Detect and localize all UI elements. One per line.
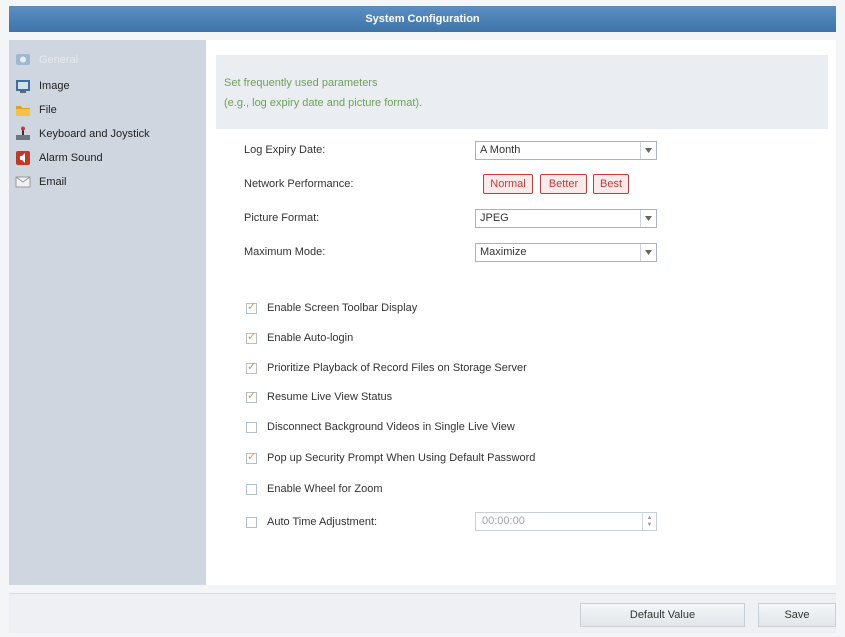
sidebar-item-keyboard-and-joystick[interactable]: Keyboard and Joystick bbox=[15, 123, 201, 145]
resume-live-view-checkbox[interactable] bbox=[246, 389, 257, 403]
picture-format-label: Picture Format: bbox=[244, 212, 320, 224]
resume-live-view-checkbox-row[interactable]: Resume Live View Status bbox=[246, 389, 392, 405]
default-value-button[interactable]: Default Value bbox=[580, 603, 745, 627]
sidebar-item-label: Keyboard and Joystick bbox=[39, 128, 150, 140]
enable-screen-toolbar-label: Enable Screen Toolbar Display bbox=[267, 302, 418, 314]
sidebar-item-file[interactable]: File bbox=[15, 99, 201, 121]
disconnect-background-videos-label: Disconnect Background Videos in Single L… bbox=[267, 421, 515, 433]
auto-time-adjustment-checkbox-row[interactable]: Auto Time Adjustment: bbox=[246, 514, 377, 530]
prioritize-playback-checkbox-row[interactable]: Prioritize Playback of Record Files on S… bbox=[246, 360, 527, 376]
maximum-mode-label: Maximum Mode: bbox=[244, 246, 326, 258]
spinner-icon[interactable]: ▲ ▼ bbox=[642, 513, 656, 530]
save-button[interactable]: Save bbox=[758, 603, 836, 627]
security-prompt-checkbox-row[interactable]: Pop up Security Prompt When Using Defaul… bbox=[246, 450, 535, 466]
enable-wheel-zoom-checkbox-row[interactable]: Enable Wheel for Zoom bbox=[246, 481, 383, 497]
window-title: System Configuration bbox=[9, 6, 836, 32]
enable-auto-login-checkbox[interactable] bbox=[246, 330, 257, 344]
enable-wheel-zoom-checkbox[interactable] bbox=[246, 483, 257, 495]
system-configuration-window: System Configuration General Image File … bbox=[0, 0, 845, 637]
log-expiry-value: A Month bbox=[480, 144, 521, 156]
log-expiry-label: Log Expiry Date: bbox=[244, 144, 326, 156]
general-icon bbox=[15, 52, 31, 68]
auto-time-value: 00:00:00 bbox=[482, 515, 525, 527]
info-box: Set frequently used parameters (e.g., lo… bbox=[216, 55, 828, 129]
info-text-line2: (e.g., log expiry date and picture forma… bbox=[224, 97, 423, 109]
security-prompt-checkbox[interactable] bbox=[246, 450, 257, 464]
sidebar-item-label: File bbox=[39, 104, 57, 116]
network-better-button[interactable]: Better bbox=[540, 174, 587, 194]
sidebar-item-alarm-sound[interactable]: Alarm Sound bbox=[15, 147, 201, 169]
sidebar-item-label: General bbox=[39, 54, 79, 66]
maximum-mode-value: Maximize bbox=[480, 246, 527, 258]
auto-time-adjustment-label: Auto Time Adjustment: bbox=[267, 516, 378, 528]
network-best-button[interactable]: Best bbox=[593, 174, 629, 194]
enable-wheel-zoom-label: Enable Wheel for Zoom bbox=[267, 483, 383, 495]
sidebar-item-image[interactable]: Image bbox=[15, 75, 201, 97]
enable-auto-login-label: Enable Auto-login bbox=[267, 332, 354, 344]
sidebar-item-general[interactable]: General bbox=[15, 49, 201, 71]
enable-screen-toolbar-checkbox[interactable] bbox=[246, 300, 257, 314]
prioritize-playback-label: Prioritize Playback of Record Files on S… bbox=[267, 362, 527, 374]
network-performance-label: Network Performance: bbox=[244, 178, 354, 190]
folder-icon bbox=[15, 102, 31, 118]
info-text-line1: Set frequently used parameters bbox=[224, 77, 378, 89]
sidebar-item-label: Email bbox=[39, 176, 67, 188]
footer-bar: Default Value Save bbox=[9, 593, 836, 633]
log-expiry-select[interactable]: A Month bbox=[475, 141, 657, 160]
enable-screen-toolbar-checkbox-row[interactable]: Enable Screen Toolbar Display bbox=[246, 300, 417, 316]
sidebar-item-label: Alarm Sound bbox=[39, 152, 103, 164]
disconnect-background-videos-checkbox[interactable] bbox=[246, 421, 257, 433]
general-settings-panel: Set frequently used parameters (e.g., lo… bbox=[206, 40, 836, 585]
resume-live-view-label: Resume Live View Status bbox=[267, 391, 393, 403]
chevron-down-icon bbox=[640, 142, 656, 159]
prioritize-playback-checkbox[interactable] bbox=[246, 360, 257, 374]
sidebar-item-email[interactable]: Email bbox=[15, 171, 201, 193]
network-normal-button[interactable]: Normal bbox=[483, 174, 533, 194]
chevron-down-icon bbox=[640, 244, 656, 261]
security-prompt-label: Pop up Security Prompt When Using Defaul… bbox=[267, 452, 536, 464]
maximum-mode-select[interactable]: Maximize bbox=[475, 243, 657, 262]
sidebar: General Image File Keyboard and Joystick… bbox=[9, 40, 206, 585]
auto-time-input[interactable]: 00:00:00 ▲ ▼ bbox=[475, 512, 657, 531]
picture-format-value: JPEG bbox=[480, 212, 509, 224]
disconnect-background-videos-checkbox-row[interactable]: Disconnect Background Videos in Single L… bbox=[246, 419, 515, 435]
auto-time-adjustment-checkbox[interactable] bbox=[246, 516, 257, 528]
sidebar-item-label: Image bbox=[39, 80, 70, 92]
chevron-down-icon bbox=[640, 210, 656, 227]
alarm-sound-icon bbox=[15, 150, 31, 166]
email-icon bbox=[15, 174, 31, 190]
enable-auto-login-checkbox-row[interactable]: Enable Auto-login bbox=[246, 330, 353, 346]
keyboard-joystick-icon bbox=[15, 126, 31, 142]
picture-format-select[interactable]: JPEG bbox=[475, 209, 657, 228]
image-icon bbox=[15, 78, 31, 94]
